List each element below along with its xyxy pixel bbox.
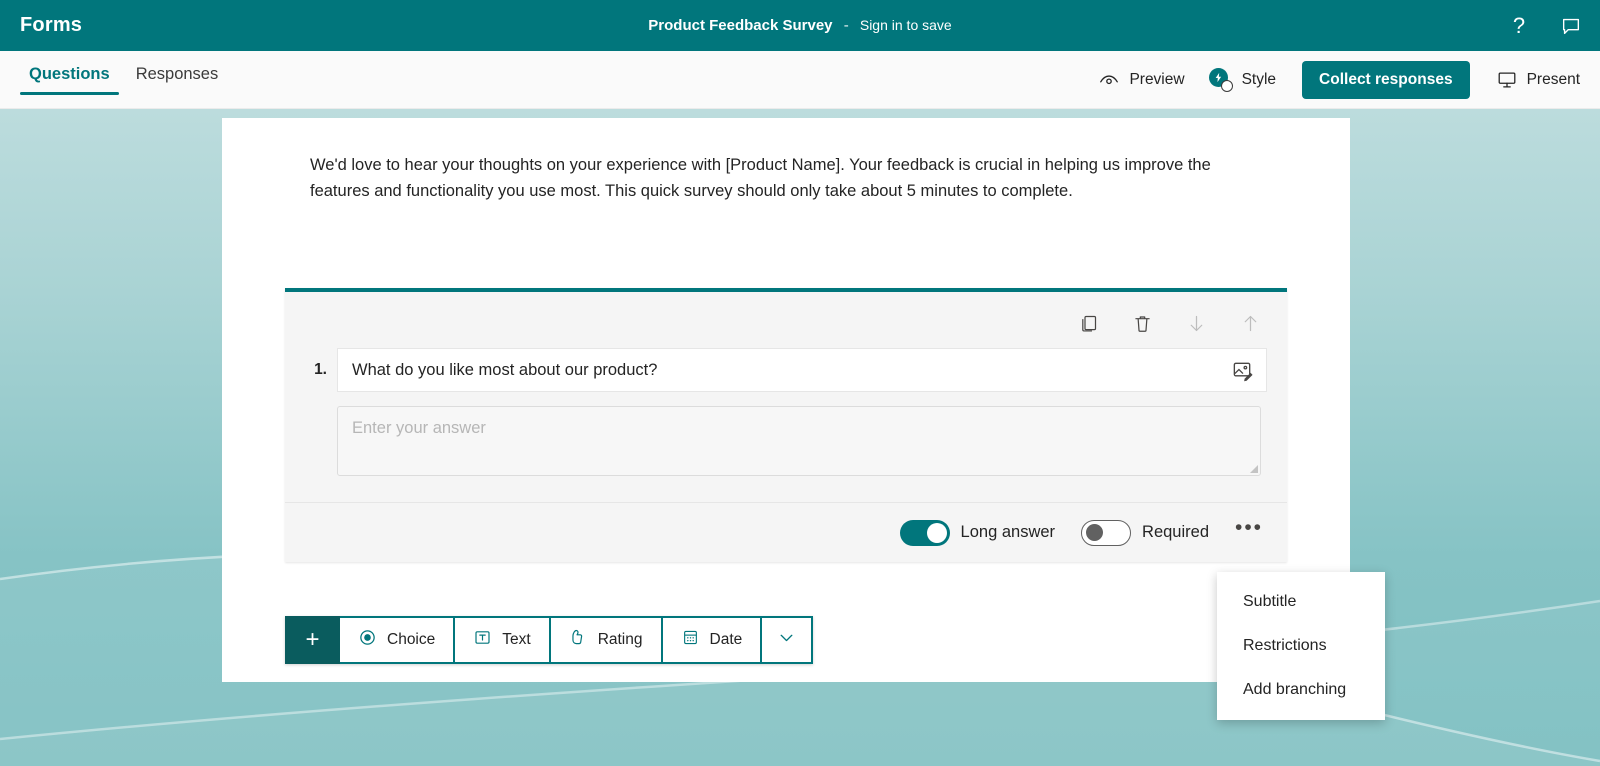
- preview-button[interactable]: Preview: [1086, 62, 1196, 98]
- copy-question-icon[interactable]: [1071, 306, 1105, 340]
- collect-responses-button[interactable]: Collect responses: [1302, 61, 1470, 99]
- menu-item-subtitle[interactable]: Subtitle: [1217, 580, 1385, 624]
- help-question-glyph: ?: [1512, 12, 1526, 38]
- command-bar-actions: Preview Style Collect responses Present: [1086, 51, 1592, 109]
- preview-label: Preview: [1129, 71, 1185, 88]
- question-text-value: What do you like most about our product?: [352, 360, 658, 379]
- top-header-bar: Forms Product Feedback Survey - Sign in …: [0, 0, 1600, 51]
- question-card: 1. What do you like most about our produ…: [285, 288, 1287, 562]
- required-toggle-knob: [1085, 524, 1103, 541]
- add-question-type-bar: + Choice Text Rating Date: [285, 616, 814, 664]
- menu-item-restrictions[interactable]: Restrictions: [1217, 624, 1385, 668]
- style-badge-circle-icon: [1220, 80, 1233, 92]
- answer-textarea[interactable]: Enter your answer: [337, 406, 1261, 476]
- move-down-icon[interactable]: [1179, 306, 1213, 340]
- required-label: Required: [1142, 523, 1209, 541]
- forms-app: Forms Product Feedback Survey - Sign in …: [0, 0, 1600, 766]
- chevron-down-icon: [776, 627, 797, 653]
- radio-choice-icon: [358, 628, 377, 652]
- tab-responses[interactable]: Responses: [127, 61, 228, 95]
- question-text-input[interactable]: What do you like most about our product?: [337, 348, 1267, 392]
- command-bar: Questions Responses Preview Style Collec…: [0, 51, 1600, 109]
- question-type-date-label: Date: [709, 631, 743, 648]
- question-title-row: 1. What do you like most about our produ…: [285, 348, 1287, 392]
- style-button[interactable]: Style: [1197, 61, 1288, 99]
- more-options-icon[interactable]: •••: [1231, 515, 1267, 551]
- long-answer-toggle[interactable]: [899, 519, 950, 546]
- style-label: Style: [1241, 71, 1277, 88]
- question-type-choice-label: Choice: [387, 631, 436, 648]
- form-description[interactable]: We'd love to hear your thoughts on your …: [310, 152, 1260, 204]
- menu-item-add-branching[interactable]: Add branching: [1217, 668, 1385, 712]
- form-title[interactable]: Product Feedback Survey: [648, 17, 832, 34]
- calendar-icon: [681, 628, 700, 652]
- question-type-text[interactable]: Text: [455, 616, 551, 664]
- style-theme-icon: [1208, 68, 1233, 92]
- feedback-icon[interactable]: [1552, 7, 1590, 45]
- form-canvas-page: We'd love to hear your thoughts on your …: [222, 118, 1350, 682]
- document-title-area: Product Feedback Survey - Sign in to sav…: [0, 17, 1600, 34]
- question-options-menu: Subtitle Restrictions Add branching: [1217, 572, 1385, 720]
- long-answer-toggle-group: Long answer: [899, 519, 1056, 546]
- tab-responses-label: Responses: [135, 65, 219, 83]
- delete-question-icon[interactable]: [1125, 306, 1159, 340]
- tab-strip: Questions Responses: [20, 61, 227, 95]
- question-type-date[interactable]: Date: [662, 616, 763, 664]
- move-up-icon[interactable]: [1233, 306, 1267, 340]
- question-type-rating[interactable]: Rating: [550, 616, 663, 664]
- add-question-button[interactable]: +: [285, 616, 340, 664]
- required-toggle[interactable]: [1081, 519, 1132, 546]
- long-answer-label: Long answer: [960, 523, 1056, 541]
- insert-media-icon[interactable]: [1231, 359, 1254, 382]
- tab-questions-label: Questions: [29, 65, 110, 83]
- header-icon-group: ?: [1500, 7, 1590, 45]
- question-card-toolbar: [285, 292, 1287, 344]
- help-icon[interactable]: ?: [1500, 7, 1538, 45]
- answer-field-wrapper: Enter your answer: [285, 392, 1287, 502]
- preview-eye-icon: [1098, 69, 1120, 91]
- question-number: 1.: [314, 361, 327, 378]
- question-type-text-label: Text: [502, 631, 531, 648]
- present-screen-icon: [1496, 69, 1518, 91]
- title-separator: -: [843, 17, 849, 34]
- tab-questions[interactable]: Questions: [20, 61, 119, 95]
- text-box-icon: [473, 628, 492, 652]
- long-answer-toggle-knob: [926, 522, 947, 543]
- question-type-rating-label: Rating: [597, 631, 643, 648]
- sign-in-to-save-link[interactable]: Sign in to save: [860, 17, 952, 33]
- thumbs-up-icon: [569, 628, 588, 652]
- question-card-footer: Long answer Required •••: [285, 502, 1287, 562]
- present-label: Present: [1526, 71, 1580, 88]
- more-question-types-button[interactable]: [762, 616, 814, 664]
- required-toggle-group: Required: [1081, 519, 1209, 546]
- question-type-choice[interactable]: Choice: [340, 616, 456, 664]
- present-button[interactable]: Present: [1484, 62, 1592, 98]
